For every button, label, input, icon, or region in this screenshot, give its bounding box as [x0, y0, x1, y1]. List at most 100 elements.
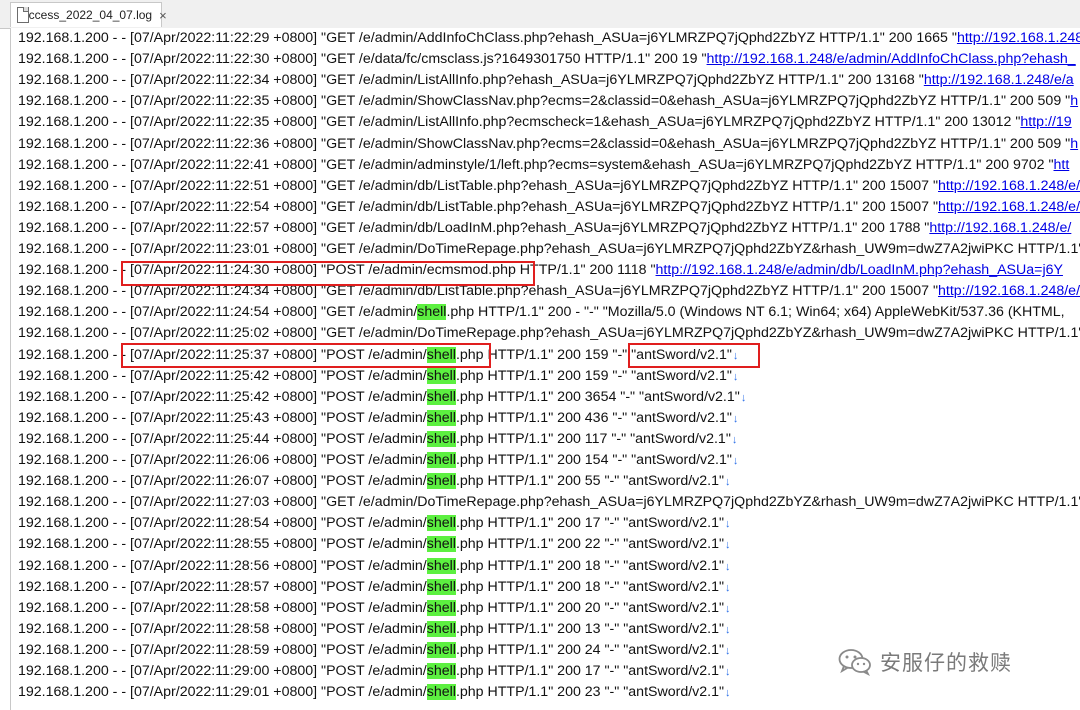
- log-text: 192.168.1.200 - - [07/Apr/2022:11:26:07 …: [18, 473, 427, 490]
- search-match: shell: [426, 684, 456, 701]
- log-line: 192.168.1.200 - - [07/Apr/2022:11:29:01 …: [18, 682, 731, 703]
- referer-link[interactable]: h: [1070, 136, 1078, 152]
- search-match: shell: [426, 430, 456, 447]
- log-text: 192.168.1.200 - - [07/Apr/2022:11:28:55 …: [18, 536, 427, 553]
- log-line: 192.168.1.200 - - [07/Apr/2022:11:26:06 …: [18, 450, 738, 471]
- referer-link[interactable]: http://192.168.1.248/e/: [938, 283, 1080, 299]
- close-icon[interactable]: ×: [159, 8, 167, 23]
- log-text: 192.168.1.200 - - [07/Apr/2022:11:28:58 …: [18, 620, 427, 637]
- log-line: 192.168.1.200 - - [07/Apr/2022:11:28:59 …: [18, 640, 731, 661]
- log-text: 192.168.1.200 - - [07/Apr/2022:11:22:54 …: [18, 198, 939, 215]
- referer-link[interactable]: http://192.168.1.248/e/: [929, 220, 1071, 236]
- log-line: 192.168.1.200 - - [07/Apr/2022:11:25:42 …: [18, 366, 738, 387]
- log-text: 192.168.1.200 - - [07/Apr/2022:11:29:01 …: [18, 684, 427, 701]
- annotation-box-antsword: [628, 343, 760, 368]
- referer-link[interactable]: http://19: [1020, 114, 1071, 130]
- log-line: 192.168.1.200 - - [07/Apr/2022:11:27:03 …: [18, 492, 1080, 513]
- log-text: .php HTTP/1.1" 200 - "-" "Mozilla/5.0 (W…: [446, 304, 1065, 321]
- log-editor[interactable]: 192.168.1.200 - - [07/Apr/2022:11:22:29 …: [10, 28, 1080, 710]
- line-end-arrow-icon: ↓: [725, 518, 731, 531]
- referer-link[interactable]: http://192.168.1.248/e/admin/db/LoadInM.…: [656, 262, 1063, 278]
- log-text: .php HTTP/1.1" 200 154 "-" "antSword/v2.…: [455, 452, 732, 468]
- search-match: shell: [426, 641, 456, 658]
- log-line: 192.168.1.200 - - [07/Apr/2022:11:28:57 …: [18, 577, 731, 598]
- log-text: 192.168.1.200 - - [07/Apr/2022:11:22:29 …: [18, 30, 957, 46]
- log-text: 192.168.1.200 - - [07/Apr/2022:11:25:42 …: [18, 367, 427, 384]
- log-line: 192.168.1.200 - - [07/Apr/2022:11:28:58 …: [18, 619, 731, 640]
- search-match: shell: [426, 663, 456, 679]
- log-text: 192.168.1.200 - - [07/Apr/2022:11:22:57 …: [18, 219, 930, 236]
- referer-link[interactable]: http://192.168.1.248/e/: [938, 199, 1080, 215]
- log-text: 192.168.1.200 - - [07/Apr/2022:11:28:59 …: [18, 641, 427, 658]
- watermark-text: 安服仔的救赎: [880, 652, 1012, 675]
- log-text: .php HTTP/1.1" 200 159 "-" "antSword/v2.…: [455, 367, 732, 384]
- search-match: shell: [426, 536, 456, 553]
- line-end-arrow-icon: ↓: [725, 687, 731, 700]
- search-match: shell: [426, 515, 456, 532]
- log-line: 192.168.1.200 - - [07/Apr/2022:11:22:57 …: [18, 218, 1071, 239]
- annotation-box-ecmsmod: [121, 261, 535, 286]
- log-line: 192.168.1.200 - - [07/Apr/2022:11:25:44 …: [18, 429, 737, 450]
- search-match: shell: [426, 388, 456, 405]
- log-text: .php HTTP/1.1" 200 3654 "-" "antSword/v2…: [455, 388, 740, 405]
- referer-link[interactable]: http://192.168.1.248/e/a: [924, 72, 1074, 88]
- referer-link[interactable]: http://192.168.1.248/: [957, 30, 1080, 46]
- log-line: 192.168.1.200 - - [07/Apr/2022:11:28:56 …: [18, 556, 731, 577]
- log-text: 192.168.1.200 - - [07/Apr/2022:11:22:36 …: [18, 135, 1071, 152]
- log-text: 192.168.1.200 - - [07/Apr/2022:11:22:30 …: [18, 51, 707, 68]
- referer-link[interactable]: h: [1070, 93, 1078, 109]
- log-text: .php HTTP/1.1" 200 117 "-" "antSword/v2.…: [455, 430, 731, 447]
- log-text: 192.168.1.200 - - [07/Apr/2022:11:28:57 …: [18, 578, 427, 595]
- log-text: 192.168.1.200 - - [07/Apr/2022:11:28:54 …: [18, 515, 427, 532]
- referer-link[interactable]: http://192.168.1.248/e/admin/AddInfoChCl…: [707, 51, 1076, 67]
- log-text: .php HTTP/1.1" 200 13 "-" "antSword/v2.1…: [455, 620, 725, 637]
- log-line: 192.168.1.200 - - [07/Apr/2022:11:29:00 …: [18, 661, 731, 682]
- log-text: 192.168.1.200 - - [07/Apr/2022:11:22:41 …: [18, 156, 1054, 173]
- line-end-arrow-icon: ↓: [732, 412, 739, 425]
- log-text: 192.168.1.200 - - [07/Apr/2022:11:22:34 …: [18, 72, 924, 89]
- log-line: 192.168.1.200 - - [07/Apr/2022:11:22:29 …: [18, 28, 1080, 49]
- log-text: 192.168.1.200 - - [07/Apr/2022:11:27:03 …: [18, 494, 1080, 511]
- log-text: .php HTTP/1.1" 200 17 "-" "antSword/v2.1…: [455, 663, 725, 679]
- search-match: shell: [426, 620, 456, 637]
- log-text: .php HTTP/1.1" 200 18 "-" "antSword/v2.1…: [455, 557, 725, 574]
- search-match: shell: [417, 304, 447, 321]
- log-line: 192.168.1.200 - - [07/Apr/2022:11:28:58 …: [18, 598, 731, 619]
- line-end-arrow-icon: ↓: [731, 433, 738, 446]
- log-text: 192.168.1.200 - - [07/Apr/2022:11:29:00 …: [18, 663, 427, 679]
- line-end-arrow-icon: ↓: [740, 391, 747, 404]
- line-end-arrow-icon: ↓: [725, 666, 731, 678]
- search-match: shell: [426, 599, 456, 616]
- log-text: 192.168.1.200 - - [07/Apr/2022:11:25:43 …: [18, 409, 427, 426]
- log-text: 192.168.1.200 - - [07/Apr/2022:11:28:56 …: [18, 557, 427, 574]
- line-end-arrow-icon: ↓: [725, 602, 731, 615]
- log-text: .php HTTP/1.1" 200 18 "-" "antSword/v2.1…: [455, 578, 725, 595]
- log-text: .php HTTP/1.1" 200 55 "-" "antSword/v2.1…: [455, 473, 725, 490]
- line-end-arrow-icon: ↓: [732, 455, 739, 467]
- log-line: 192.168.1.200 - - [07/Apr/2022:11:24:54 …: [18, 302, 1065, 323]
- log-line: 192.168.1.200 - - [07/Apr/2022:11:22:35 …: [18, 112, 1072, 133]
- log-line: 192.168.1.200 - - [07/Apr/2022:11:22:36 …: [18, 134, 1078, 155]
- log-line: 192.168.1.200 - - [07/Apr/2022:11:23:01 …: [18, 239, 1080, 260]
- log-line: 192.168.1.200 - - [07/Apr/2022:11:26:07 …: [18, 471, 731, 492]
- log-text: 192.168.1.200 - - [07/Apr/2022:11:22:51 …: [18, 177, 939, 194]
- log-text: 192.168.1.200 - - [07/Apr/2022:11:28:58 …: [18, 599, 427, 616]
- referer-link[interactable]: http://192.168.1.248/e/: [938, 178, 1080, 194]
- log-text: .php HTTP/1.1" 200 22 "-" "antSword/v2.1…: [455, 536, 725, 553]
- log-text: 192.168.1.200 - - [07/Apr/2022:11:25:44 …: [18, 430, 427, 447]
- watermark: 安服仔的救赎: [838, 646, 1012, 678]
- referer-link[interactable]: htt: [1054, 157, 1070, 173]
- log-text: .php HTTP/1.1" 200 20 "-" "antSword/v2.1…: [455, 599, 725, 616]
- log-text: 192.168.1.200 - - [07/Apr/2022:11:22:35 …: [18, 114, 1021, 131]
- log-text: 192.168.1.200 - - [07/Apr/2022:11:22:35 …: [18, 93, 1071, 110]
- log-text: .php HTTP/1.1" 200 24 "-" "antSword/v2.1…: [455, 641, 725, 658]
- line-end-arrow-icon: ↓: [725, 539, 731, 552]
- log-line: 192.168.1.200 - - [07/Apr/2022:11:25:02 …: [18, 323, 1080, 344]
- log-line: 192.168.1.200 - - [07/Apr/2022:11:22:35 …: [18, 91, 1078, 112]
- log-line: 192.168.1.200 - - [07/Apr/2022:11:28:55 …: [18, 534, 731, 555]
- wechat-icon: [838, 649, 871, 676]
- file-tab[interactable]: access_2022_04_07.log ×: [10, 2, 167, 27]
- log-line: 192.168.1.200 - - [07/Apr/2022:11:22:51 …: [18, 176, 1080, 197]
- log-text: .php HTTP/1.1" 200 17 "-" "antSword/v2.1…: [455, 515, 725, 532]
- line-end-arrow-icon: ↓: [725, 644, 731, 657]
